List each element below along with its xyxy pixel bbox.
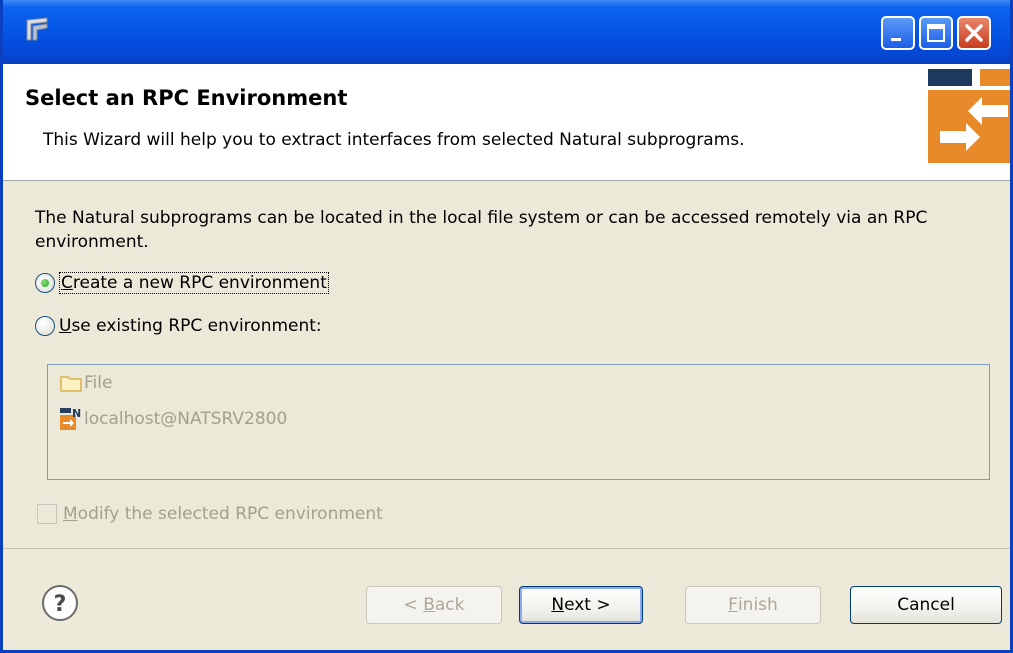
cancel-button[interactable]: Cancel <box>850 586 1002 624</box>
page-description: This Wizard will help you to extract int… <box>43 130 745 150</box>
rpc-wizard-banner-icon <box>928 69 1010 163</box>
create-new-rpc-radio[interactable]: Create a new RPC environment <box>35 272 329 294</box>
minimize-button[interactable] <box>881 16 915 50</box>
list-item-label: File <box>84 373 113 393</box>
close-icon <box>965 24 983 42</box>
back-button[interactable]: < Back <box>366 586 502 624</box>
use-existing-rpc-label[interactable]: Use existing RPC environment: <box>59 316 322 336</box>
next-button[interactable]: Next > <box>519 586 643 624</box>
wizard-window: Select an RPC Environment This Wizard wi… <box>0 0 1013 653</box>
wizard-header: Select an RPC Environment This Wizard wi… <box>3 64 1010 181</box>
list-item-label: localhost@NATSRV2800 <box>84 409 288 429</box>
footer-divider <box>3 548 1010 549</box>
page-title: Select an RPC Environment <box>25 86 348 110</box>
intro-text: The Natural subprograms can be located i… <box>35 208 928 252</box>
close-button[interactable] <box>957 16 991 50</box>
eclipse-window-icon <box>26 17 48 41</box>
use-existing-rpc-radio[interactable]: Use existing RPC environment: <box>35 316 322 336</box>
maximize-icon <box>927 24 945 42</box>
radio-button-unselected[interactable] <box>35 316 55 336</box>
radio-button-selected[interactable] <box>35 273 55 293</box>
create-new-rpc-label[interactable]: Create a new RPC environment <box>59 272 329 294</box>
svg-text:N: N <box>72 407 81 420</box>
checkbox[interactable] <box>37 504 57 524</box>
modify-rpc-label[interactable]: Modify the selected RPC environment <box>63 504 383 524</box>
modify-rpc-checkbox[interactable]: Modify the selected RPC environment <box>37 504 383 524</box>
maximize-button[interactable] <box>919 16 953 50</box>
list-item[interactable]: N localhost@NATSRV2800 <box>60 407 287 431</box>
list-item[interactable]: File <box>60 373 112 393</box>
rpc-environment-list[interactable]: File N localhost@NATSRV2800 <box>47 364 990 480</box>
svg-text:?: ? <box>54 592 67 617</box>
minimize-icon <box>891 38 901 41</box>
title-bar[interactable] <box>3 0 1010 64</box>
natural-server-icon: N <box>60 407 81 430</box>
help-icon[interactable]: ? <box>41 584 79 622</box>
folder-icon <box>60 376 82 392</box>
finish-button[interactable]: Finish <box>685 586 821 624</box>
